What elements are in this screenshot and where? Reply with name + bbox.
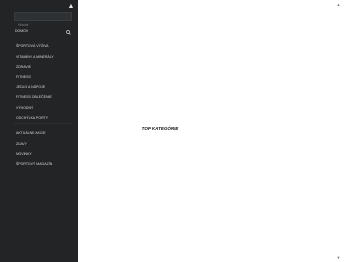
- nav-item-vyhodny[interactable]: VÝHODNÝ: [16, 106, 33, 111]
- search-icon[interactable]: [66, 22, 71, 35]
- nav-item-fitness[interactable]: FITNESS: [16, 75, 31, 80]
- search-input[interactable]: [15, 21, 71, 29]
- nav-item-zlavy[interactable]: ZĽAVY: [16, 142, 27, 147]
- nav-item-jedlo-a-napoje[interactable]: JEDLO A NÁPOJE: [16, 85, 45, 90]
- search-box: [14, 12, 72, 29]
- scrollbar[interactable]: [335, 0, 350, 262]
- nav-item-sportova-vyziva[interactable]: ŠPORTOVÁ VÝŽIVA: [16, 44, 48, 49]
- scroll-down-icon[interactable]: ▼: [336, 255, 341, 260]
- nav-item-vitaminy-a-mineraly[interactable]: VITAMÍNY A MINERÁLY: [16, 55, 54, 60]
- nav-item-fitness-oblecenie[interactable]: FITNESS OBLEČENIE: [16, 95, 52, 100]
- scroll-up-icon[interactable]: ▲: [336, 2, 341, 7]
- nav-item-sportovy-magazin[interactable]: ŠPORTOVÝ MAGAZÍN: [16, 162, 52, 167]
- nav-item-aktualne-akcie[interactable]: AKTUÁLNE AKCIE: [16, 131, 46, 136]
- sidebar-divider: [14, 123, 72, 124]
- close-icon[interactable]: ▲: [67, 3, 75, 11]
- top-categories-heading: TOP KATEGÓRIE: [141, 126, 179, 131]
- nav-item-zdravie[interactable]: ZDRAVIE: [16, 65, 31, 70]
- nav-item-novinky[interactable]: NOVINKY: [16, 152, 32, 157]
- nav-item-home[interactable]: DOMOV: [15, 29, 28, 34]
- nav-item-odchylka-porty[interactable]: ODCHÝLKA PORTY: [16, 116, 48, 121]
- sidebar-menu: ▲ DOMOV ŠPORTOVÁ VÝŽIVA VITAMÍNY A MINER…: [0, 0, 78, 262]
